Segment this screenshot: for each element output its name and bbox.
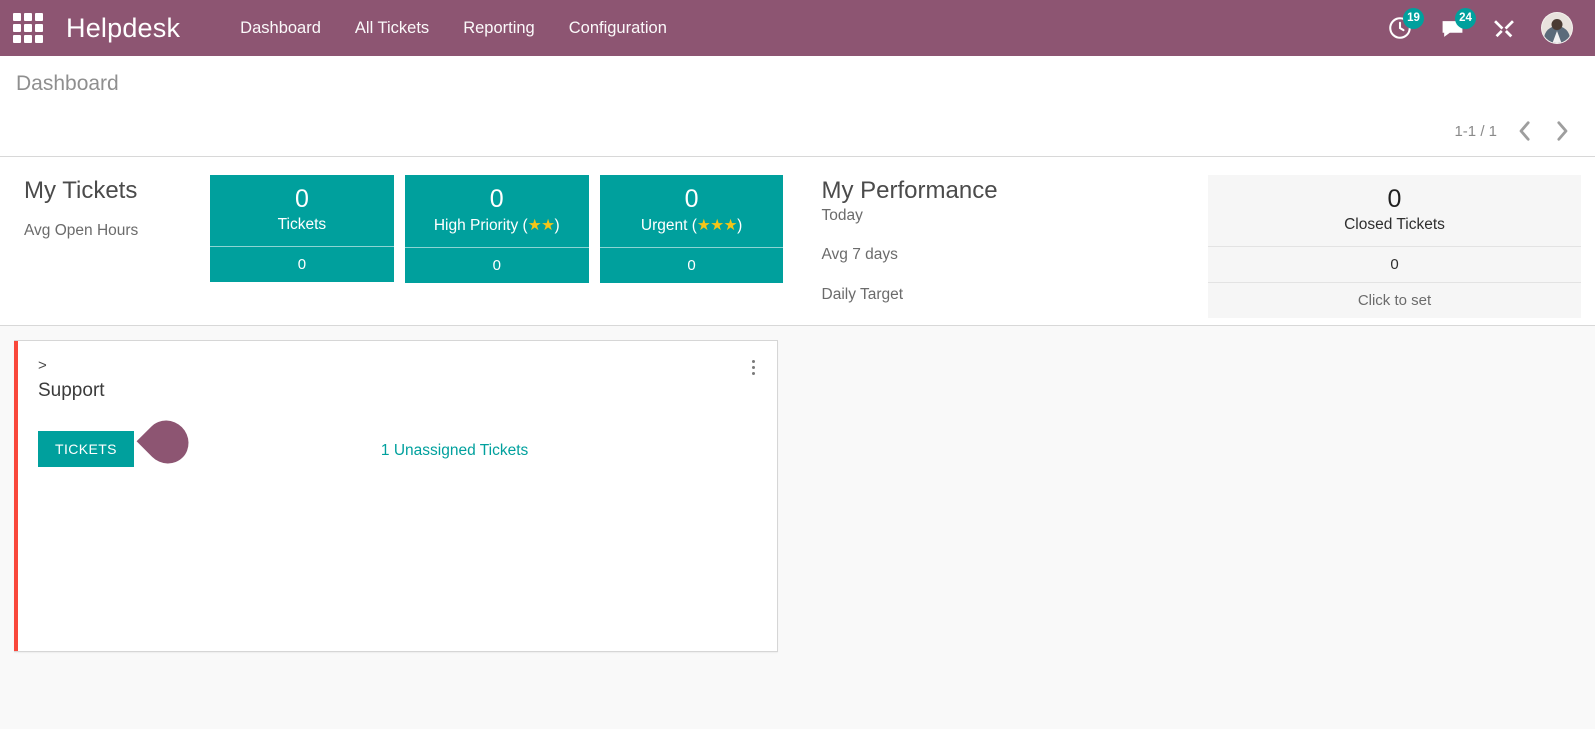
my-performance-cards: 0 Closed Tickets 0 Click to set: [1008, 169, 1582, 305]
wrench-screwdriver-icon[interactable]: [1489, 13, 1519, 43]
performance-row-label-daily-target: Daily Target: [822, 275, 1008, 315]
top-navbar: Helpdesk Dashboard All Tickets Reporting…: [0, 0, 1595, 56]
priority-stars-icon: ★★: [528, 217, 555, 234]
tickets-button[interactable]: TICKETS: [38, 431, 134, 467]
kpi-card-urgent-top: 0 Urgent (★★★): [600, 175, 784, 247]
kpi-avg-open-hours-urgent: 0: [600, 248, 784, 283]
apps-grid-dot: [35, 35, 43, 43]
kpi-label-urgent-prefix: Urgent (: [641, 217, 697, 234]
kpi-value-urgent: 0: [606, 186, 778, 213]
avatar[interactable]: [1541, 12, 1573, 44]
app-brand-helpdesk[interactable]: Helpdesk: [66, 13, 180, 44]
unassigned-tickets-link[interactable]: 1 Unassigned Tickets: [381, 442, 528, 460]
apps-grid-dot: [13, 24, 21, 32]
chevron-left-icon[interactable]: [1513, 118, 1535, 144]
apps-grid-dot: [13, 13, 21, 21]
closed-tickets-value: 0: [1214, 186, 1575, 213]
avatar-head: [1552, 19, 1563, 30]
chat-bubble-icon[interactable]: 24: [1437, 13, 1467, 43]
my-tickets-labels: My Tickets Avg Open Hours: [24, 169, 210, 305]
performance-card-top: 0 Closed Tickets: [1208, 175, 1581, 246]
kpi-avg-open-hours-tickets: 0: [210, 247, 394, 282]
apps-grid-dot: [24, 24, 32, 32]
daily-target-set-button[interactable]: Click to set: [1208, 283, 1581, 318]
team-card-support[interactable]: > Support TICKETS 1 Unassigned Tickets: [14, 340, 778, 652]
control-panel: Dashboard 1-1 / 1: [0, 56, 1595, 157]
pager: 1-1 / 1: [1454, 118, 1573, 144]
team-card-caret[interactable]: >: [38, 358, 47, 373]
kpi-label-high-priority-suffix: ): [555, 217, 560, 234]
messages-badge: 24: [1455, 8, 1476, 29]
kpi-card-urgent[interactable]: 0 Urgent (★★★) 0: [600, 175, 784, 283]
kpi-value-high-priority: 0: [411, 186, 583, 213]
my-tickets-cards: 0 Tickets 0 0 High Priority (★★) 0 0 Urg…: [210, 169, 784, 305]
dashboard-stat-band: My Tickets Avg Open Hours 0 Tickets 0 0 …: [0, 157, 1595, 326]
my-performance-labels: My Performance Today Avg 7 days Daily Ta…: [822, 169, 1008, 305]
apps-grid-dot: [24, 35, 32, 43]
activities-badge: 19: [1403, 8, 1424, 29]
kpi-label-urgent-suffix: ): [737, 217, 742, 234]
clock-icon[interactable]: 19: [1385, 13, 1415, 43]
team-card-body: TICKETS 1 Unassigned Tickets: [38, 431, 757, 467]
apps-grid-icon[interactable]: [8, 8, 48, 48]
kpi-label-high-priority-prefix: High Priority (: [434, 217, 528, 234]
kpi-label-high-priority: High Priority (★★): [411, 216, 583, 235]
performance-card[interactable]: 0 Closed Tickets 0 Click to set: [1208, 175, 1581, 318]
apps-grid-dot: [24, 13, 32, 21]
pager-count: 1-1 / 1: [1454, 123, 1497, 140]
kebab-menu-icon[interactable]: [743, 355, 763, 379]
menu-item-all-tickets[interactable]: All Tickets: [355, 19, 429, 38]
my-tickets-title: My Tickets: [24, 177, 210, 205]
kpi-value-tickets: 0: [216, 186, 388, 213]
apps-grid-dot: [35, 13, 43, 21]
my-tickets-section: My Tickets Avg Open Hours 0 Tickets 0 0 …: [0, 169, 798, 305]
kpi-avg-open-hours-high-priority: 0: [405, 248, 589, 283]
kpi-card-high-priority-top: 0 High Priority (★★): [405, 175, 589, 247]
performance-avg-7-days-value: 0: [1208, 247, 1581, 282]
navbar-systray: 19 24: [1385, 12, 1579, 44]
kebab-dot: [752, 360, 755, 363]
avg-open-hours-label: Avg Open Hours: [24, 211, 210, 251]
main-menu: Dashboard All Tickets Reporting Configur…: [240, 19, 667, 38]
team-card-inner: > Support TICKETS 1 Unassigned Tickets: [14, 341, 777, 651]
kpi-card-tickets-top: 0 Tickets: [210, 175, 394, 246]
chevron-right-icon[interactable]: [1551, 118, 1573, 144]
urgent-stars-icon: ★★★: [697, 217, 737, 234]
team-card-links: 1 Unassigned Tickets: [381, 431, 528, 460]
kanban-area: > Support TICKETS 1 Unassigned Tickets: [0, 326, 1595, 729]
my-performance-title: My Performance: [822, 177, 1008, 205]
performance-row-label-today: Today: [822, 207, 1008, 235]
performance-row-label-avg-7-days: Avg 7 days: [822, 235, 1008, 275]
apps-grid-dot: [13, 35, 21, 43]
kpi-card-tickets[interactable]: 0 Tickets 0: [210, 175, 394, 282]
closed-tickets-label: Closed Tickets: [1214, 216, 1575, 234]
team-card-title[interactable]: Support: [38, 380, 757, 402]
kebab-dot: [752, 372, 755, 375]
kebab-dot: [752, 366, 755, 369]
menu-item-reporting[interactable]: Reporting: [463, 19, 535, 38]
my-performance-section: My Performance Today Avg 7 days Daily Ta…: [798, 169, 1595, 305]
kpi-label-urgent: Urgent (★★★): [606, 216, 778, 235]
apps-grid-dot: [35, 24, 43, 32]
kpi-label-tickets: Tickets: [216, 216, 388, 234]
breadcrumb[interactable]: Dashboard: [16, 72, 1573, 96]
kpi-card-high-priority[interactable]: 0 High Priority (★★) 0: [405, 175, 589, 283]
menu-item-dashboard[interactable]: Dashboard: [240, 19, 321, 38]
menu-item-configuration[interactable]: Configuration: [569, 19, 667, 38]
